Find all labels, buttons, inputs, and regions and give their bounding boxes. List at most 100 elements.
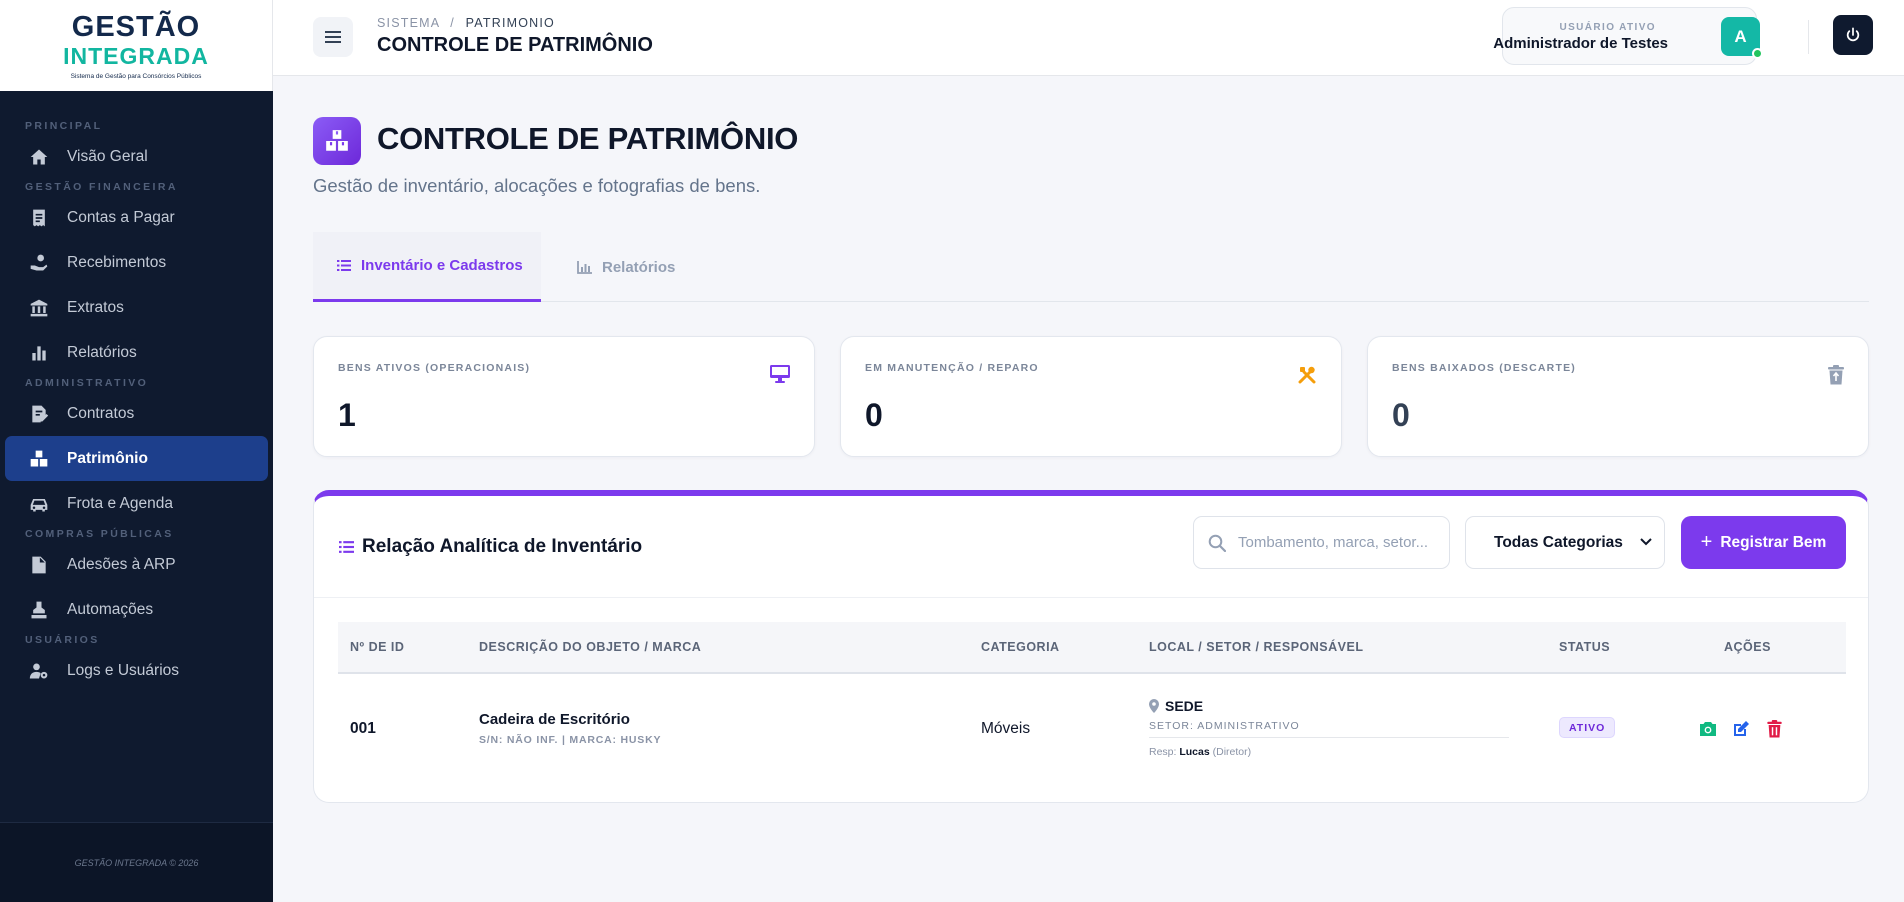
column-header-description[interactable]: DESCRIÇÃO DO OBJETO / MARCA: [479, 622, 701, 672]
sidebar-item-relatorios[interactable]: Relatórios: [5, 330, 268, 375]
sidebar-item-automacoes[interactable]: Automações: [5, 587, 268, 632]
column-header-category[interactable]: CATEGORIA: [981, 622, 1060, 672]
user-name: Administrador de Testes: [1493, 35, 1668, 52]
file-signature-icon: [28, 554, 50, 576]
delete-button[interactable]: [1763, 718, 1785, 740]
sidebar-item-label: Visão Geral: [67, 147, 148, 165]
sidebar-item-label: Contratos: [67, 404, 135, 422]
stat-value: 1: [338, 397, 356, 433]
page-subtitle: Gestão de inventário, alocações e fotogr…: [313, 175, 761, 196]
plus-icon: +: [1700, 531, 1713, 553]
sidebar-item-label: Frota e Agenda: [67, 494, 173, 512]
trash-icon: [1766, 720, 1782, 738]
asset-location: SEDE: [1149, 698, 1203, 714]
brand-tagline: Sistema de Gestão para Consórcios Públic…: [70, 72, 202, 80]
sidebar-item-label: Automações: [67, 600, 154, 618]
sidebar-item-patrimonio[interactable]: Patrimônio: [5, 436, 268, 481]
tab-label: Relatórios: [602, 258, 676, 276]
stat-card-manutencao: EM MANUTENÇÃO / REPARO 0: [840, 336, 1342, 457]
logout-button[interactable]: [1833, 15, 1873, 55]
bar-chart-icon: [28, 342, 50, 364]
stat-card-baixados: BENS BAIXADOS (DESCARTE) 0: [1367, 336, 1869, 457]
chevron-down-icon: [1640, 538, 1652, 546]
category-select-value: Todas Categorias: [1494, 533, 1623, 551]
breadcrumb: SISTEMA / PATRIMONIO: [377, 16, 555, 30]
sidebar-item-recebimentos[interactable]: Recebimentos: [5, 240, 268, 285]
category-select[interactable]: Todas Categorias: [1465, 516, 1665, 569]
camera-icon: [1700, 722, 1716, 736]
column-header-id[interactable]: Nº DE ID: [350, 622, 404, 672]
tab-inventario[interactable]: Inventário e Cadastros: [313, 232, 541, 302]
sidebar-item-label: Logs e Usuários: [67, 661, 180, 679]
column-header-status[interactable]: STATUS: [1559, 622, 1610, 672]
list-icon: [339, 541, 354, 553]
topbar: SISTEMA / PATRIMONIO CONTROLE DE PATRIMÔ…: [273, 0, 1904, 76]
users-gear-icon: [28, 660, 50, 682]
sidebar-item-adesoes[interactable]: Adesões à ARP: [5, 542, 268, 587]
bank-icon: [28, 297, 50, 319]
responsible-name: Lucas: [1179, 746, 1210, 758]
table-header: Nº DE ID DESCRIÇÃO DO OBJETO / MARCA CAT…: [338, 622, 1846, 674]
responsible-role: (Diretor): [1212, 746, 1252, 758]
stamp-icon: [28, 599, 50, 621]
sidebar-item-contas-a-pagar[interactable]: Contas a Pagar: [5, 195, 268, 240]
sidebar-item-frota[interactable]: Frota e Agenda: [5, 481, 268, 526]
column-header-location[interactable]: LOCAL / SETOR / RESPONSÁVEL: [1149, 622, 1363, 672]
brand-line-1: GESTÃO: [71, 10, 201, 43]
sidebar: GESTÃO INTEGRADA Sistema de Gestão para …: [0, 0, 273, 902]
map-pin-icon: [1149, 699, 1159, 713]
table-row[interactable]: 001 Cadeira de Escritório S/N: NÃO INF. …: [338, 674, 1846, 786]
breadcrumb-root[interactable]: SISTEMA: [377, 16, 440, 30]
menu-toggle-button[interactable]: [313, 17, 353, 57]
breadcrumb-separator: /: [450, 16, 455, 30]
edit-button[interactable]: [1730, 718, 1752, 740]
sidebar-footer: GESTÃO INTEGRADA © 2026: [0, 822, 273, 902]
photo-button[interactable]: [1697, 718, 1719, 740]
panel-header: Relação Analítica de Inventário Todas Ca…: [314, 496, 1868, 598]
nav-section-principal: PRINCIPAL: [25, 120, 103, 132]
nav-section-administrativo: ADMINISTRATIVO: [25, 377, 149, 389]
panel-title-text: Relação Analítica de Inventário: [362, 536, 643, 557]
monitor-icon: [770, 365, 790, 388]
register-asset-button[interactable]: + Registrar Bem: [1681, 516, 1846, 569]
asset-sector: SETOR: ADMINISTRATIVO: [1149, 720, 1509, 738]
tab-bar: Inventário e Cadastros Relatórios: [313, 232, 1869, 302]
sidebar-item-extratos[interactable]: Extratos: [5, 285, 268, 330]
breadcrumb-current: PATRIMONIO: [465, 16, 555, 30]
asset-serial-brand: S/N: NÃO INF. | MARCA: HUSKY: [479, 734, 662, 746]
sidebar-item-label: Contas a Pagar: [67, 208, 175, 226]
user-role-label: USUÁRIO ATIVO: [1559, 22, 1656, 33]
brand-logo[interactable]: GESTÃO INTEGRADA Sistema de Gestão para …: [0, 0, 273, 91]
user-profile-card[interactable]: USUÁRIO ATIVO Administrador de Testes A: [1493, 7, 1763, 65]
contract-icon: [28, 403, 50, 425]
hamburger-icon: [325, 31, 341, 43]
nav-section-compras: COMPRAS PÚBLICAS: [25, 528, 174, 540]
stat-value: 0: [1392, 397, 1410, 433]
search-box[interactable]: [1193, 516, 1450, 569]
page-title: CONTROLE DE PATRIMÔNIO: [377, 121, 799, 156]
sidebar-item-label: Adesões à ARP: [67, 555, 176, 573]
boxes-icon: [313, 117, 361, 165]
car-icon: [28, 493, 50, 515]
sidebar-item-label: Extratos: [67, 298, 124, 316]
sidebar-item-visao-geral[interactable]: Visão Geral: [5, 134, 268, 179]
stat-label: EM MANUTENÇÃO / REPARO: [865, 362, 1039, 374]
search-input[interactable]: [1238, 534, 1438, 551]
topbar-title: CONTROLE DE PATRIMÔNIO: [377, 34, 653, 56]
sidebar-item-label: Relatórios: [67, 343, 137, 361]
tools-icon: [1297, 365, 1317, 390]
stat-label: BENS BAIXADOS (DESCARTE): [1392, 362, 1576, 374]
list-icon: [337, 260, 351, 271]
asset-responsible: Resp: Lucas (Diretor): [1149, 746, 1251, 758]
sidebar-item-logs[interactable]: Logs e Usuários: [5, 648, 268, 693]
responsible-prefix: Resp:: [1149, 746, 1177, 758]
sidebar-item-contratos[interactable]: Contratos: [5, 391, 268, 436]
brand-line-2: INTEGRADA: [63, 42, 209, 69]
inventory-panel: Relação Analítica de Inventário Todas Ca…: [313, 490, 1869, 803]
asset-location-text: SEDE: [1165, 698, 1204, 714]
stat-card-ativos: BENS ATIVOS (OPERACIONAIS) 1: [313, 336, 815, 457]
tab-relatorios[interactable]: Relatórios: [563, 232, 675, 302]
sidebar-item-label: Recebimentos: [67, 253, 167, 271]
asset-category: Móveis: [981, 720, 1031, 737]
boxes-icon: [28, 448, 50, 470]
